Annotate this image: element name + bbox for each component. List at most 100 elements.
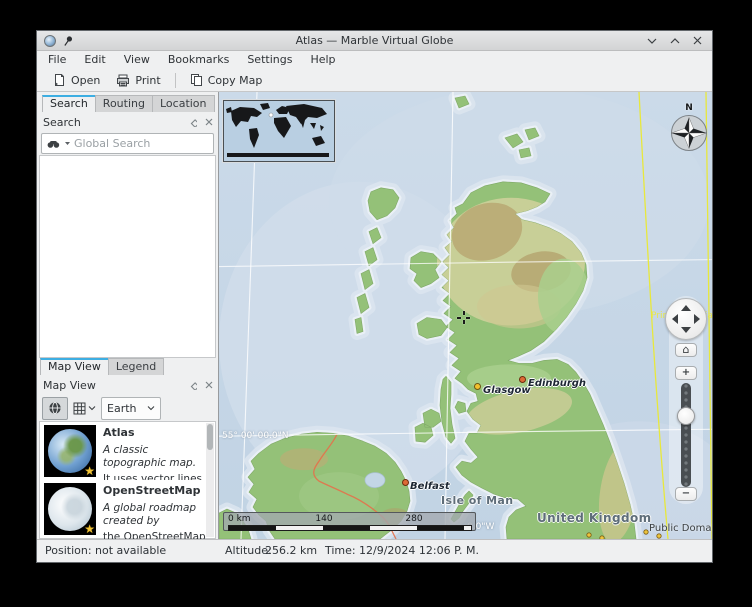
mapview-tools: Earth: [42, 397, 161, 419]
binoculars-icon: [47, 139, 61, 149]
chevron-down-icon: [88, 405, 96, 411]
chevron-down-icon: [147, 405, 155, 411]
search-dock-tabs: Search Routing Location: [42, 95, 214, 112]
tab-map-view[interactable]: Map View: [40, 358, 109, 375]
float-panel-icon[interactable]: [188, 118, 197, 127]
left-dock: Search Routing Location Search Global Se…: [37, 92, 219, 539]
city-marker-edinburgh[interactable]: [519, 376, 526, 383]
pan-right-arrow-icon[interactable]: [694, 314, 700, 324]
marble-window: Atlas — Marble Virtual Globe File Edit V…: [36, 30, 713, 563]
search-results-list[interactable]: [39, 155, 216, 358]
search-panel-title: Search: [43, 116, 81, 129]
scale-bar-segments: [228, 525, 472, 531]
tab-legend[interactable]: Legend: [108, 358, 164, 375]
compass-north-label: N: [666, 103, 712, 114]
tab-routing[interactable]: Routing: [95, 95, 153, 112]
globe-projection-icon: [48, 401, 62, 415]
theme-desc-line: A classic topographic map.: [103, 444, 209, 470]
viewport-position-dot: [269, 113, 273, 117]
status-time-value: 12/9/2024 12:06 P. M.: [359, 544, 479, 557]
pan-up-arrow-icon[interactable]: [681, 305, 691, 311]
favorite-star-icon[interactable]: ★: [84, 464, 95, 478]
close-panel-icon[interactable]: [205, 118, 213, 126]
close-panel-icon[interactable]: [205, 381, 213, 389]
celestial-body-select[interactable]: Earth: [101, 397, 161, 420]
compass-rose[interactable]: N: [666, 103, 712, 153]
scrollbar-thumb[interactable]: [207, 424, 213, 450]
theme-desc-line: It uses vector lines to mark: [103, 473, 209, 480]
mapview-dock-tabs: Map View Legend: [40, 358, 163, 375]
menu-view[interactable]: View: [115, 51, 159, 69]
map-theme-list: ★ Atlas A classic topographic map. It us…: [39, 421, 216, 539]
grid-icon: [73, 402, 86, 415]
copy-icon: [190, 73, 203, 87]
theme-desc-line: A global roadmap created by: [103, 502, 209, 528]
menu-help[interactable]: Help: [301, 51, 344, 69]
city-label-glasgow[interactable]: Glasgow: [483, 385, 531, 396]
city-label-edinburgh[interactable]: Edinburgh: [528, 378, 586, 389]
city-marker-glasgow[interactable]: [474, 383, 481, 390]
status-altitude-value: 256.2 km: [265, 544, 317, 557]
mapview-panel-header: Map View: [43, 375, 213, 395]
copy-map-button[interactable]: Copy Map: [182, 70, 271, 91]
region-label-isle-of-man: Isle of Man: [441, 494, 513, 507]
menu-bookmarks[interactable]: Bookmarks: [159, 51, 238, 69]
close-button[interactable]: [693, 36, 702, 45]
favorite-star-icon[interactable]: ★: [84, 522, 95, 536]
float-panel-icon[interactable]: [188, 381, 197, 390]
compass-icon: [666, 114, 712, 152]
pan-down-arrow-icon[interactable]: [681, 327, 691, 333]
overview-world-map[interactable]: [223, 100, 335, 162]
mapview-panel-title: Map View: [43, 379, 96, 392]
print-button[interactable]: Print: [108, 70, 168, 91]
pan-left-arrow-icon[interactable]: [672, 314, 678, 324]
printer-icon: [116, 74, 130, 87]
theme-list-scrollbar[interactable]: [206, 423, 214, 537]
search-row: Global Search: [41, 133, 214, 154]
theme-title: Atlas: [103, 426, 209, 439]
menu-file[interactable]: File: [39, 51, 75, 69]
home-button[interactable]: ⌂: [675, 343, 697, 357]
minimize-button[interactable]: [647, 37, 657, 45]
zoom-out-button[interactable]: −: [675, 487, 697, 501]
menu-settings[interactable]: Settings: [238, 51, 301, 69]
theme-item-atlas[interactable]: ★ Atlas A classic topographic map. It us…: [40, 422, 215, 480]
status-time-label: Time:: [325, 544, 356, 557]
pan-control[interactable]: [665, 298, 707, 340]
search-placeholder: Global Search: [74, 137, 150, 150]
titlebar[interactable]: Atlas — Marble Virtual Globe: [37, 31, 712, 51]
scale-label-140: 140: [306, 514, 342, 524]
maximize-button[interactable]: [670, 37, 680, 45]
menu-edit[interactable]: Edit: [75, 51, 114, 69]
zoom-in-button[interactable]: +: [675, 366, 697, 380]
graticule-grid-button[interactable]: [73, 398, 96, 419]
tab-location[interactable]: Location: [152, 95, 215, 112]
attribution-label: Public Domain: [649, 523, 712, 534]
open-document-icon: [53, 73, 66, 87]
toolbar: Open Print Copy Map: [37, 69, 712, 92]
city-marker-belfast[interactable]: [402, 479, 409, 486]
region-label-united-kingdom: United Kingdom: [537, 511, 652, 525]
zoom-slider-handle[interactable]: [677, 407, 695, 425]
statusbar: Position: not available Altitude: 256.2 …: [37, 539, 712, 562]
scale-label-0: 0 km: [228, 514, 251, 524]
latitude-label: 55° 00' 00.0"N: [222, 431, 289, 441]
desktop-background: { "window": { "title": "Atlas — Marble V…: [0, 0, 752, 607]
open-button[interactable]: Open: [45, 70, 108, 91]
crosshair-cursor: [457, 311, 470, 324]
theme-thumbnail-atlas: ★: [44, 425, 96, 477]
city-label-belfast[interactable]: Belfast: [410, 481, 450, 492]
theme-item-openstreetmap[interactable]: ★ OpenStreetMap A global roadmap created…: [40, 480, 215, 541]
map-canvas[interactable]: 55° 00' 00.0"N 0.0"W Prime Meridian Glas…: [219, 92, 712, 539]
scale-bar: 0 km 140 280: [223, 512, 476, 531]
toolbar-separator: [175, 73, 176, 88]
zoom-slider-track[interactable]: [681, 383, 691, 487]
search-options-chevron-icon[interactable]: [64, 141, 71, 146]
projection-globe-button[interactable]: [42, 397, 68, 420]
theme-title: OpenStreetMap: [103, 484, 209, 497]
window-title: Atlas — Marble Virtual Globe: [37, 34, 712, 47]
status-position: Position: not available: [45, 544, 166, 557]
search-input[interactable]: Global Search: [41, 133, 214, 154]
tab-search[interactable]: Search: [42, 95, 96, 112]
main-content: Search Routing Location Search Global Se…: [37, 92, 712, 539]
